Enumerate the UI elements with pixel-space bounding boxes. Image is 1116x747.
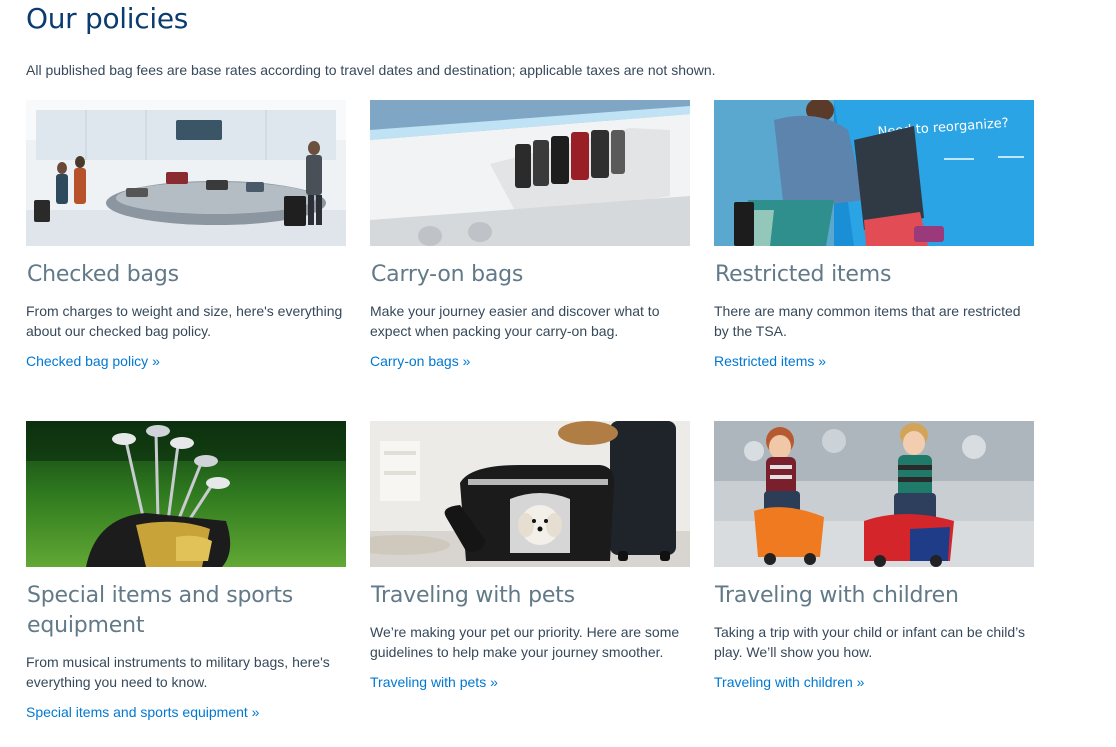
checked-bags-card: Checked bags From charges to weight and … bbox=[26, 100, 346, 371]
special-items-link[interactable]: Special items and sports equipment » bbox=[26, 702, 259, 722]
checked-bag-policy-link[interactable]: Checked bag policy » bbox=[26, 351, 160, 371]
card-title: Traveling with children bbox=[715, 583, 959, 608]
restricted-items-image: Need to reorganize? bbox=[714, 100, 1034, 246]
card-title: Carry-on bags bbox=[371, 262, 524, 287]
card-description-line: From musical instruments to military bag… bbox=[26, 654, 330, 670]
card-description: Make your journey easier and discover wh… bbox=[370, 301, 690, 341]
card-description: There are many common items that are res… bbox=[714, 301, 1034, 341]
children-image bbox=[714, 421, 1034, 567]
card-description-line: There are many common items that are res… bbox=[714, 303, 1021, 319]
pets-card: Traveling with pets We’re making your pe… bbox=[370, 421, 690, 692]
traveling-with-pets-link[interactable]: Traveling with pets » bbox=[370, 672, 498, 692]
page-title: Our policies bbox=[26, 2, 189, 35]
card-description: From musical instruments to military bag… bbox=[26, 652, 346, 692]
card-description-line: Taking a trip with your child or infant … bbox=[714, 624, 1026, 640]
card-title-line: Special items and sports bbox=[27, 583, 294, 608]
card-description-line: everything you need to know. bbox=[26, 674, 208, 690]
card-description-line: by the TSA. bbox=[714, 323, 787, 339]
carry-on-bags-card: Carry-on bags Make your journey easier a… bbox=[370, 100, 690, 371]
card-description-line: about our checked bag policy. bbox=[26, 323, 211, 339]
card-title: Special items and sports equipment bbox=[26, 581, 346, 641]
traveling-with-children-link[interactable]: Traveling with children » bbox=[714, 672, 864, 692]
restricted-items-link[interactable]: Restricted items » bbox=[714, 351, 826, 371]
card-title-line: equipment bbox=[27, 613, 145, 638]
bag-fees-note: All published bag fees are base rates ac… bbox=[26, 62, 716, 78]
checked-bags-image bbox=[26, 100, 346, 246]
sports-equipment-image bbox=[26, 421, 346, 567]
card-description-line: expect when packing your carry-on bag. bbox=[370, 323, 619, 339]
card-title: Restricted items bbox=[715, 262, 892, 287]
card-description: From charges to weight and size, here's … bbox=[26, 301, 346, 341]
restricted-items-card: Need to reorganize? Restricted items The… bbox=[714, 100, 1034, 371]
card-description: We’re making your pet our priority. Here… bbox=[370, 622, 690, 662]
card-title: Checked bags bbox=[27, 262, 179, 287]
card-description-line: play. We’ll show you how. bbox=[714, 644, 873, 660]
carry-on-bags-image bbox=[370, 100, 690, 246]
sports-equipment-card: Special items and sports equipment From … bbox=[26, 421, 346, 722]
carry-on-bags-link[interactable]: Carry-on bags » bbox=[370, 351, 470, 371]
card-description: Taking a trip with your child or infant … bbox=[714, 622, 1034, 662]
card-title: Traveling with pets bbox=[371, 583, 575, 608]
card-description-line: Make your journey easier and discover wh… bbox=[370, 303, 660, 319]
card-description-line: We’re making your pet our priority. Here… bbox=[370, 624, 680, 640]
pets-image bbox=[370, 421, 690, 567]
card-description-line: From charges to weight and size, here's … bbox=[26, 303, 343, 319]
children-card: Traveling with children Taking a trip wi… bbox=[714, 421, 1034, 692]
card-description-line: guidelines to help make your journey smo… bbox=[370, 644, 664, 660]
